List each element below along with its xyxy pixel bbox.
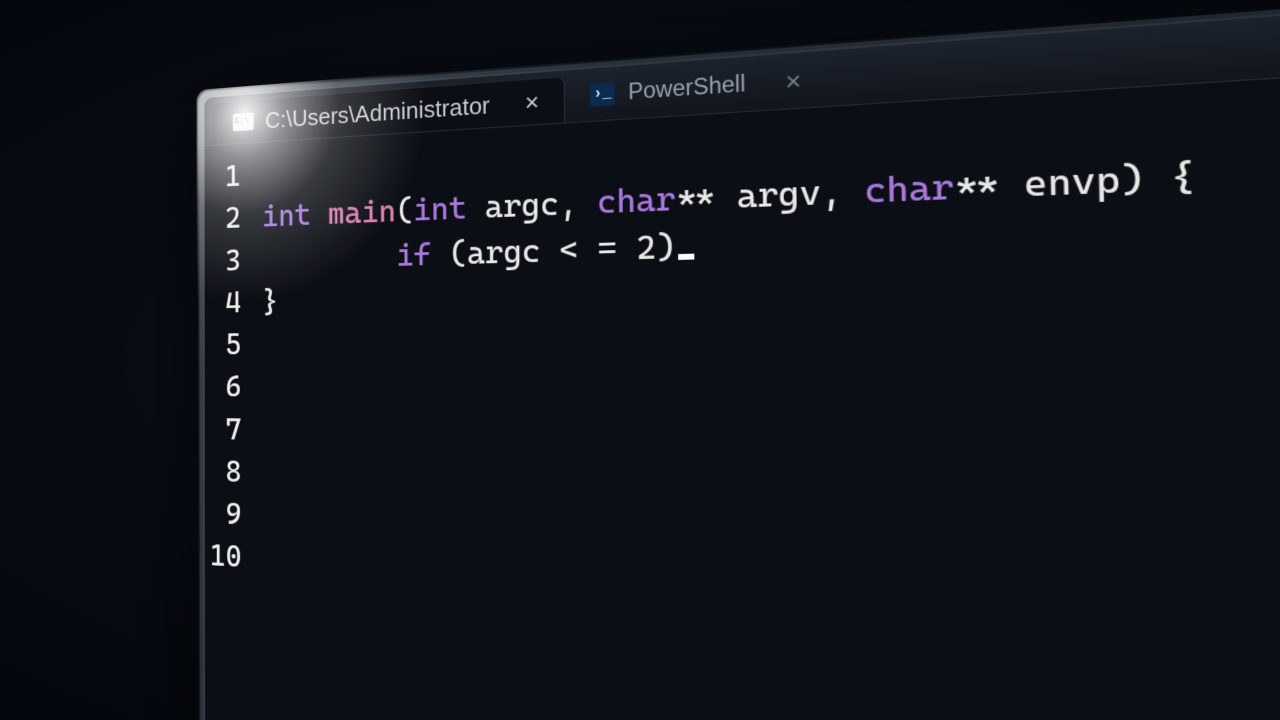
code-line: } xyxy=(262,283,278,319)
close-icon[interactable]: × xyxy=(525,89,539,114)
text-cursor xyxy=(678,253,694,259)
tab-cmd[interactable]: C:\Users\Administrator × xyxy=(212,76,564,145)
powershell-icon xyxy=(589,82,614,107)
tab-ps-title: PowerShell xyxy=(628,71,746,105)
line-number: 10 xyxy=(205,534,242,578)
code-editor[interactable]: 1 2 3 4 5 6 7 8 9 10 int main(int argc, … xyxy=(204,68,1280,720)
line-number: 2 xyxy=(205,196,242,239)
line-number-gutter: 1 2 3 4 5 6 7 8 9 10 xyxy=(204,143,256,720)
cmd-icon xyxy=(233,113,254,132)
line-number: 1 xyxy=(204,154,241,198)
close-icon[interactable]: × xyxy=(785,67,802,94)
line-number: 9 xyxy=(205,491,242,535)
line-number: 6 xyxy=(205,365,242,407)
tab-cmd-title: C:\Users\Administrator xyxy=(265,91,490,134)
code-line: if (argc < = 2) xyxy=(262,226,695,277)
code-line: int main(int argc, char** argv, char** e… xyxy=(262,154,1196,233)
line-number: 5 xyxy=(205,323,242,365)
line-number: 3 xyxy=(205,238,242,281)
line-number: 4 xyxy=(205,281,242,324)
line-number: 8 xyxy=(205,449,242,492)
terminal-window: C:\Users\Administrator × PowerShell × 1 … xyxy=(204,3,1280,720)
line-number: 7 xyxy=(205,407,242,450)
code-area[interactable]: int main(int argc, char** argv, char** e… xyxy=(255,84,1213,720)
